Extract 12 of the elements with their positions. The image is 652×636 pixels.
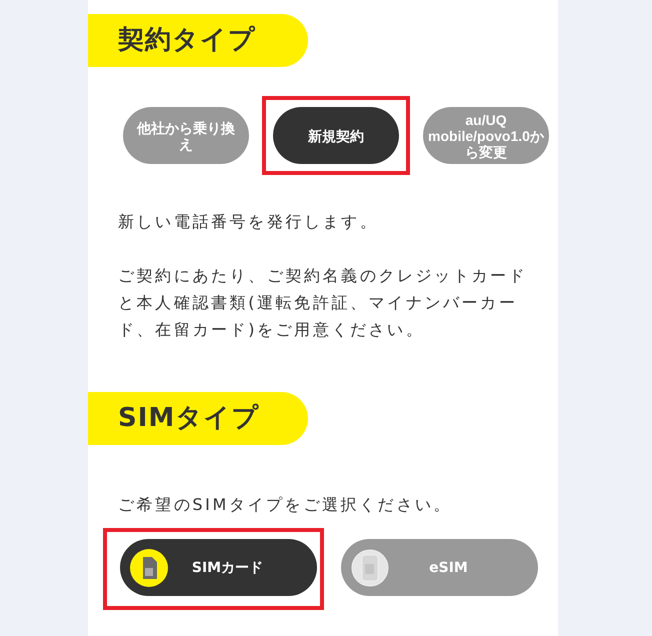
contract-type-button[interactable]: 他社から乗り換え [123, 107, 249, 164]
description-text: ご契約にあたり、ご契約名義のクレジットカードと本人確認書類(運転免許証、マイナンバーカード、在留カード)をご用意ください。 [118, 265, 528, 341]
description-text: 新しい電話番号を発行します。 [118, 211, 380, 233]
description-text: ご希望のSIMタイプをご選択ください。 [118, 494, 454, 516]
phone-sim-icon [351, 548, 389, 586]
section-heading: SIMタイプ [88, 392, 308, 445]
contract-type-button[interactable]: 新規契約 [273, 107, 399, 164]
sim-card-icon [130, 548, 168, 586]
section-heading: 契約タイプ [88, 14, 308, 67]
sim-type-button[interactable]: SIMカード [120, 539, 317, 596]
contract-type-button[interactable]: au/UQ mobile/povo1.0から変更 [423, 107, 549, 164]
sim-type-button[interactable]: eSIM [341, 539, 538, 596]
